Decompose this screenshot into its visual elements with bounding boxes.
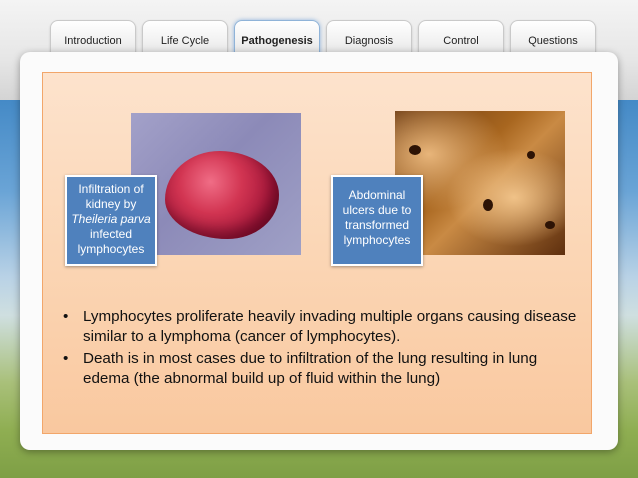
caption-kidney: Infiltration of kidney by Theileria parv… [65, 175, 157, 266]
bullet-item: Death is in most cases due to infiltrati… [57, 349, 577, 389]
caption-kidney-line1: Infiltration of kidney by [78, 182, 144, 211]
caption-abdomen: Abdominal ulcers due to transformed lymp… [331, 175, 423, 266]
caption-kidney-species: Theileria parva [71, 212, 151, 226]
ulcer-spot [483, 199, 493, 211]
kidney-shape [165, 151, 279, 239]
ulcer-spot [527, 151, 535, 159]
content-box: Infiltration of kidney by Theileria parv… [42, 72, 592, 434]
bullet-item: Lymphocytes proliferate heavily invading… [57, 307, 577, 347]
ulcer-spot [409, 145, 421, 155]
bullet-list: Lymphocytes proliferate heavily invading… [57, 307, 577, 391]
ulcer-spot [545, 221, 555, 229]
caption-kidney-line2: infected lymphocytes [77, 227, 145, 256]
